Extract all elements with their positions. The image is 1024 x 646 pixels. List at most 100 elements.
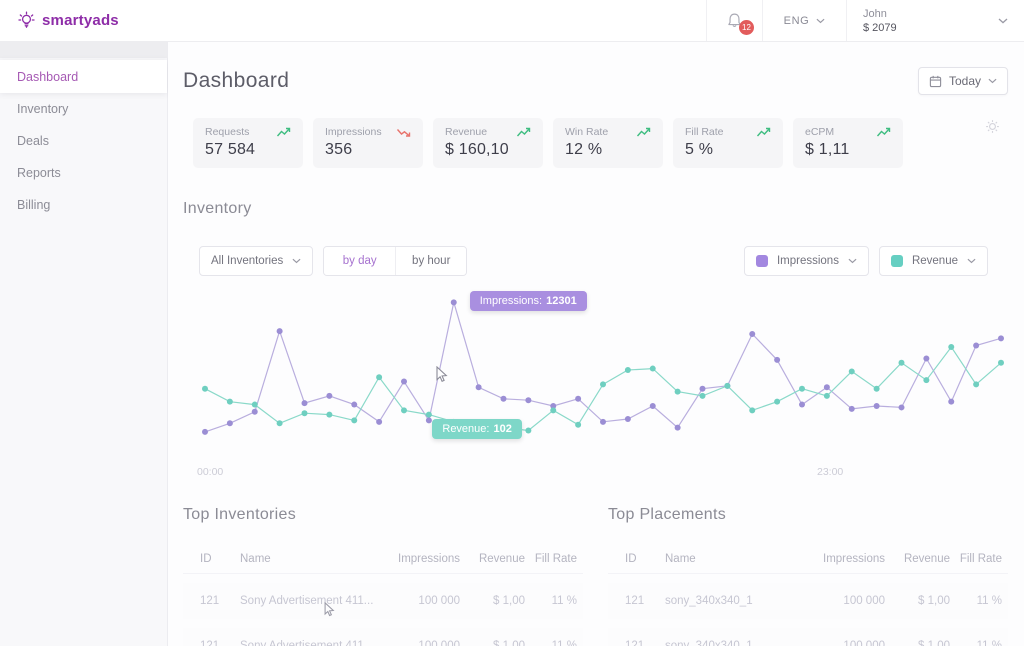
table-header-row: IDNameImpressionsRevenueFill Rate — [183, 544, 583, 574]
language-selector[interactable]: ENG — [762, 0, 846, 41]
data-point-impressions[interactable] — [302, 400, 308, 406]
data-point-impressions[interactable] — [749, 331, 755, 337]
data-point-revenue[interactable] — [202, 386, 208, 392]
data-point-revenue[interactable] — [874, 386, 880, 392]
notifications-button[interactable]: 12 — [706, 0, 762, 41]
settings-gear-icon[interactable] — [985, 119, 1000, 139]
data-point-revenue[interactable] — [252, 402, 258, 408]
data-point-revenue[interactable] — [899, 360, 905, 366]
data-point-revenue[interactable] — [948, 344, 954, 350]
chevron-down-icon — [292, 258, 301, 264]
toggle-by-hour[interactable]: by hour — [395, 247, 466, 275]
data-point-revenue[interactable] — [227, 399, 233, 405]
data-point-impressions[interactable] — [849, 406, 855, 412]
table-title: Top Placements — [608, 506, 1008, 524]
data-point-impressions[interactable] — [650, 403, 656, 409]
data-point-impressions[interactable] — [525, 397, 531, 403]
data-point-impressions[interactable] — [252, 409, 258, 415]
toggle-by-day[interactable]: by day — [324, 247, 395, 275]
data-point-impressions[interactable] — [973, 343, 979, 349]
data-point-revenue[interactable] — [998, 360, 1004, 366]
data-point-revenue[interactable] — [749, 407, 755, 413]
data-point-impressions[interactable] — [998, 335, 1004, 341]
data-point-impressions[interactable] — [376, 419, 382, 425]
inventory-filter-select[interactable]: All Inventories — [199, 246, 313, 276]
granularity-toggle: by dayby hour — [323, 246, 467, 276]
data-point-revenue[interactable] — [426, 412, 432, 418]
inventory-chart[interactable]: 00:00 23:00 Impressions:12301Revenue:102 — [183, 290, 1008, 480]
series-select-revenue[interactable]: Revenue — [879, 246, 988, 276]
data-point-revenue[interactable] — [849, 368, 855, 374]
data-point-revenue[interactable] — [650, 366, 656, 372]
data-point-revenue[interactable] — [774, 399, 780, 405]
data-point-impressions[interactable] — [326, 393, 332, 399]
data-point-revenue[interactable] — [799, 386, 805, 392]
data-point-revenue[interactable] — [302, 410, 308, 416]
data-point-impressions[interactable] — [451, 299, 457, 305]
sidebar-item-inventory[interactable]: Inventory — [0, 93, 167, 125]
tooltip-value: 12301 — [546, 295, 577, 307]
data-point-revenue[interactable] — [600, 381, 606, 387]
series-color-swatch — [891, 255, 903, 267]
stat-card-value: $ 160,10 — [445, 141, 531, 159]
cell-impressions: 100 000 — [805, 640, 885, 646]
data-point-impressions[interactable] — [899, 404, 905, 410]
data-point-impressions[interactable] — [202, 429, 208, 435]
sidebar-item-dashboard[interactable]: Dashboard — [0, 60, 167, 93]
data-point-impressions[interactable] — [824, 384, 830, 390]
data-point-impressions[interactable] — [625, 416, 631, 422]
data-point-impressions[interactable] — [700, 386, 706, 392]
user-name: John — [863, 8, 897, 20]
data-point-impressions[interactable] — [600, 419, 606, 425]
data-point-impressions[interactable] — [923, 355, 929, 361]
data-point-revenue[interactable] — [326, 412, 332, 418]
series-select-impressions[interactable]: Impressions — [744, 246, 869, 276]
stat-card-win-rate: Win Rate12 % — [553, 118, 663, 168]
line-chart-canvas[interactable] — [197, 290, 1009, 460]
data-point-revenue[interactable] — [550, 407, 556, 413]
notification-count-badge: 12 — [739, 20, 754, 35]
user-menu[interactable]: John $ 2079 — [846, 0, 1024, 41]
data-point-impressions[interactable] — [799, 402, 805, 408]
inventory-name-link[interactable]: Sony Advertisement 411... — [240, 640, 373, 646]
data-point-impressions[interactable] — [277, 328, 283, 334]
data-point-impressions[interactable] — [476, 384, 482, 390]
data-point-revenue[interactable] — [700, 393, 706, 399]
table-row: 121sony_340x340_1100 000$ 1,0011 % — [608, 628, 1008, 646]
data-point-revenue[interactable] — [575, 422, 581, 428]
data-point-impressions[interactable] — [351, 402, 357, 408]
cell-impressions: 100 000 — [380, 595, 460, 607]
data-point-impressions[interactable] — [401, 379, 407, 385]
trend-up-icon — [516, 127, 531, 138]
sidebar-item-deals[interactable]: Deals — [0, 125, 167, 157]
data-point-impressions[interactable] — [501, 396, 507, 402]
series-select-label: Revenue — [912, 255, 958, 267]
data-point-impressions[interactable] — [227, 420, 233, 426]
data-point-revenue[interactable] — [824, 393, 830, 399]
date-filter-button[interactable]: Today — [918, 67, 1008, 95]
sidebar-item-reports[interactable]: Reports — [0, 157, 167, 189]
data-point-impressions[interactable] — [575, 396, 581, 402]
data-point-revenue[interactable] — [277, 420, 283, 426]
data-point-revenue[interactable] — [351, 417, 357, 423]
data-point-revenue[interactable] — [401, 407, 407, 413]
smartyads-logo[interactable]: smartyads — [0, 0, 168, 41]
data-point-impressions[interactable] — [948, 399, 954, 405]
data-point-revenue[interactable] — [923, 377, 929, 383]
chevron-down-icon — [816, 18, 825, 24]
cell-revenue: $ 1,00 — [460, 640, 525, 646]
data-point-impressions[interactable] — [426, 417, 432, 423]
data-point-impressions[interactable] — [774, 357, 780, 363]
cell-impressions: 100 000 — [805, 595, 885, 607]
data-point-impressions[interactable] — [675, 425, 681, 431]
data-point-revenue[interactable] — [625, 367, 631, 373]
data-point-revenue[interactable] — [376, 374, 382, 380]
data-point-revenue[interactable] — [973, 381, 979, 387]
data-point-revenue[interactable] — [675, 389, 681, 395]
inventory-name-link[interactable]: Sony Advertisement 411... — [240, 595, 373, 607]
sidebar-item-billing[interactable]: Billing — [0, 189, 167, 221]
table-header-row: IDNameImpressionsRevenueFill Rate — [608, 544, 1008, 574]
data-point-impressions[interactable] — [874, 403, 880, 409]
data-point-revenue[interactable] — [525, 427, 531, 433]
data-point-revenue[interactable] — [724, 383, 730, 389]
